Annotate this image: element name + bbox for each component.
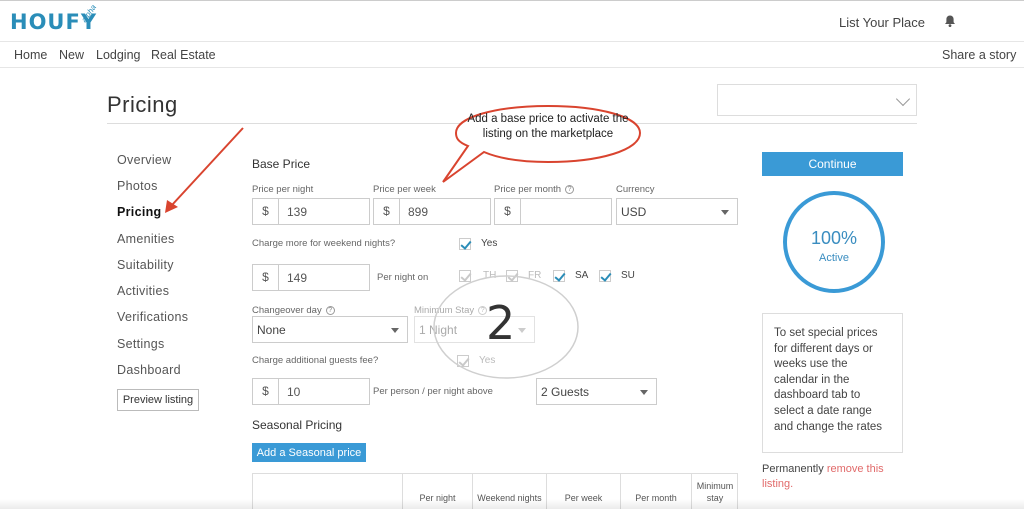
per-night-value: 139 [287,205,308,219]
list-your-place-link[interactable]: List Your Place [839,15,925,30]
per-night-label: Price per night [252,184,314,195]
bottom-shadow [0,499,1024,509]
day-checkbox-th[interactable] [459,270,471,282]
dollar-prefix: $ [374,199,400,224]
changeover-value: None [257,323,286,337]
sidebar-item-dashboard[interactable]: Dashboard [117,363,181,377]
nav-lodging[interactable]: Lodging [96,48,141,62]
day-label-fr: FR [528,270,542,281]
base-price-heading: Base Price [252,157,311,171]
dollar-prefix: $ [495,199,521,224]
changeover-label: Changeover day [252,305,322,316]
weekend-price-value: 149 [287,271,308,285]
nav-real-estate[interactable]: Real Estate [151,48,216,62]
page-title: Pricing [107,92,178,117]
sidebar-item-activities[interactable]: Activities [117,284,169,298]
min-stay-value: 1 Night [419,323,458,337]
per-week-input[interactable]: $ 899 [373,198,491,225]
caret-down-icon [721,210,729,215]
help-icon[interactable]: ? [565,184,575,194]
day-label-th: TH [483,270,497,281]
sidebar-item-photos[interactable]: Photos [117,179,158,193]
listing-select[interactable] [717,84,917,116]
add-seasonal-price-button[interactable]: Add a Seasonal price [252,443,366,462]
weekend-price-input[interactable]: $ 149 [252,264,370,291]
bell-icon[interactable] [943,14,957,28]
callout-text: Add a base price to activate the listing… [467,113,629,140]
seasonal-heading: Seasonal Pricing [252,418,343,432]
per-night-input[interactable]: $ 139 [252,198,370,225]
currency-select[interactable]: USD [616,198,738,225]
per-night-on-label: Per night on [377,272,429,283]
day-checkbox-su[interactable] [599,270,611,282]
guest-fee-input[interactable]: $ 10 [252,378,370,405]
day-label-sa: SA [575,270,589,281]
caret-down-icon [640,390,648,395]
guests-yes-label: Yes [479,355,496,366]
per-person-label: Per person / per night above [373,386,493,397]
changeover-select[interactable]: None [252,316,408,343]
sidebar-item-settings[interactable]: Settings [117,337,165,351]
per-week-value: 899 [408,205,429,219]
chevron-down-icon [895,91,911,107]
share-story-link[interactable]: Share a story [942,48,1016,62]
day-label-su: SU [621,270,635,281]
weekend-checkbox[interactable] [459,238,471,250]
top-bar: HOUFY alpha List Your Place [0,0,1024,42]
sidebar-item-pricing[interactable]: Pricing [117,205,161,219]
dollar-prefix: $ [253,265,279,290]
per-month-input[interactable]: $ [494,198,612,225]
guests-question: Charge additional guests fee? [252,355,379,366]
dollar-prefix: $ [253,199,279,224]
day-checkbox-fr[interactable] [506,270,518,282]
guests-checkbox[interactable] [457,355,469,367]
progress-status: Active [819,252,849,264]
day-checkbox-sa[interactable] [553,270,565,282]
continue-button[interactable]: Continue [762,152,903,176]
remove-listing-line: Permanently remove this listing. [762,462,912,492]
progress-percent: 100% [810,228,858,248]
sidebar-item-overview[interactable]: Overview [117,153,172,167]
sidebar-item-amenities[interactable]: Amenities [117,232,175,246]
main-nav: Home New Lodging Real Estate Share a sto… [0,42,1024,68]
preview-listing-button[interactable]: Preview listing [117,389,199,411]
weekend-question: Charge more for weekend nights? [252,238,396,249]
guests-value: 2 Guests [541,385,590,399]
caret-down-icon [391,328,399,333]
min-stay-select[interactable]: 1 Night [414,316,535,343]
red-arrow [165,127,244,213]
currency-label: Currency [616,184,655,195]
per-month-label: Price per month [494,184,562,195]
guests-select[interactable]: 2 Guests [536,378,657,405]
pricing-tip: To set special prices for different days… [762,313,903,453]
per-week-label: Price per week [373,184,436,195]
min-stay-label: Minimum Stay [414,305,475,316]
progress-ring: 100% Active [783,191,885,293]
step-number: 2 [486,296,516,350]
caret-down-icon [518,328,526,333]
per-month-label-wrap: Price per month? [494,184,575,195]
min-stay-label-wrap: Minimum Stay? [414,305,488,316]
dollar-prefix: $ [253,379,279,404]
currency-value: USD [621,205,647,219]
sidebar-item-verifications[interactable]: Verifications [117,310,188,324]
changeover-label-wrap: Changeover day? [252,305,335,316]
nav-new[interactable]: New [59,48,84,62]
nav-home[interactable]: Home [14,48,47,62]
weekend-yes-label: Yes [481,238,498,249]
guest-fee-value: 10 [287,385,301,399]
help-icon[interactable]: ? [325,305,335,315]
remove-prefix: Permanently [762,463,827,475]
sidebar-item-suitability[interactable]: Suitability [117,258,174,272]
